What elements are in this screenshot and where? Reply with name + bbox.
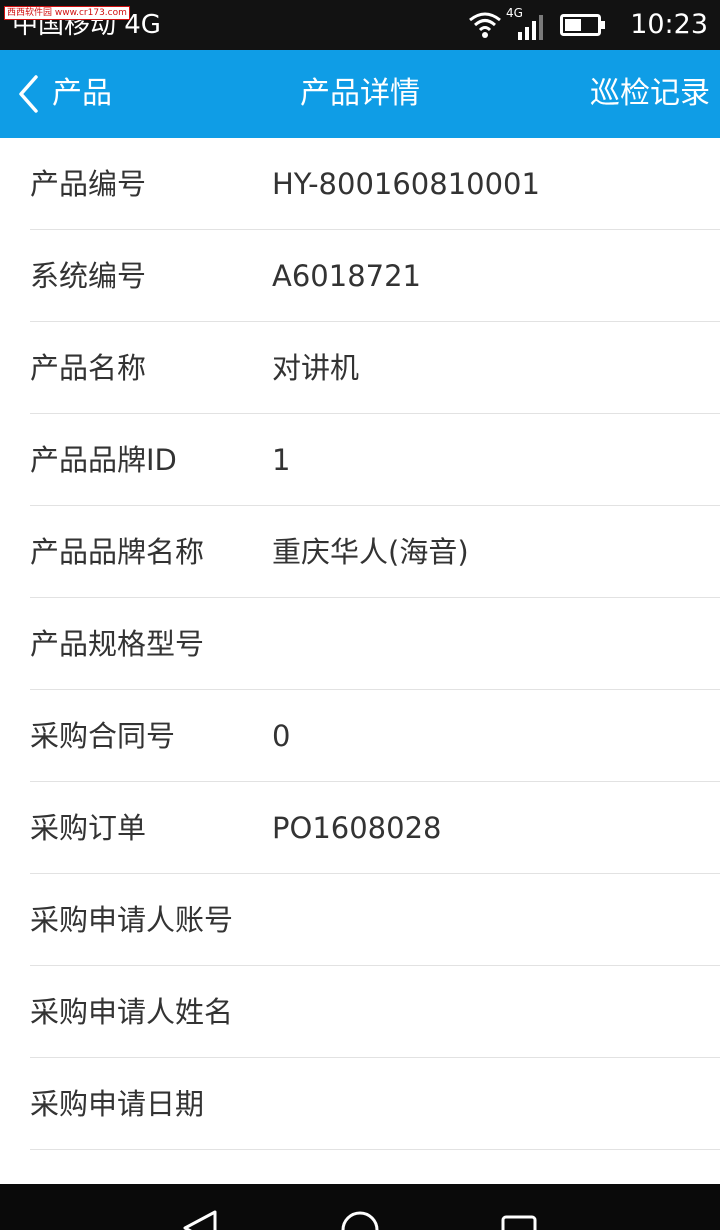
back-button[interactable]: 产品 <box>14 50 164 138</box>
wifi-icon <box>469 12 501 38</box>
app-nav-bar: 产品 产品详情 巡检记录 <box>0 50 720 138</box>
chevron-left-icon <box>19 75 38 113</box>
field-label: 采购申请人账号 <box>30 903 234 937</box>
detail-row-contract-number: 采购合同号 0 <box>0 690 720 782</box>
detail-row-brand-id: 产品品牌ID 1 <box>0 414 720 506</box>
detail-row-purchase-order: 采购订单 PO1608028 <box>0 782 720 874</box>
field-label: 采购订单 <box>30 811 147 845</box>
watermark: 西西软件园 www.cr173.com <box>4 6 130 20</box>
detail-row-system-number: 系统编号 A6018721 <box>0 230 720 322</box>
field-label: 产品品牌ID <box>30 443 177 477</box>
field-label: 系统编号 <box>30 259 147 293</box>
battery-icon <box>560 14 605 36</box>
home-circle-icon[interactable] <box>340 1210 380 1230</box>
recents-square-icon[interactable] <box>500 1214 540 1230</box>
field-label: 采购申请人姓名 <box>30 995 234 1029</box>
field-value: PO1608028 <box>272 811 442 845</box>
field-value: HY-800160810001 <box>272 167 540 201</box>
system-nav-bar <box>0 1184 720 1230</box>
back-label: 产品 <box>52 76 112 111</box>
field-value: A6018721 <box>272 259 421 293</box>
detail-row-spec-model: 产品规格型号 <box>0 598 720 690</box>
row-divider <box>30 1149 720 1150</box>
detail-row-brand-name: 产品品牌名称 重庆华人(海音) <box>0 506 720 598</box>
field-label: 产品编号 <box>30 167 147 201</box>
field-label: 采购申请日期 <box>30 1087 205 1121</box>
status-bar: 中国移动 4G 西西软件园 www.cr173.com 4G 10:23 <box>0 0 720 50</box>
product-detail-list: 产品编号 HY-800160810001 系统编号 A6018721 产品名称 … <box>0 138 720 1150</box>
field-value: 对讲机 <box>272 351 360 385</box>
back-triangle-icon[interactable] <box>180 1210 220 1230</box>
field-label: 采购合同号 <box>30 719 176 753</box>
status-icons: 4G 10:23 <box>468 0 708 50</box>
clock: 10:23 <box>630 9 708 40</box>
detail-row-requester-name: 采购申请人姓名 <box>0 966 720 1058</box>
field-label: 产品品牌名称 <box>30 535 205 569</box>
signal-icon <box>518 15 543 40</box>
inspection-records-button[interactable]: 巡检记录 <box>590 74 710 114</box>
field-label: 产品名称 <box>30 351 147 385</box>
field-label: 产品规格型号 <box>30 627 205 661</box>
field-value: 1 <box>272 443 291 477</box>
field-value: 重庆华人(海音) <box>272 535 469 569</box>
detail-row-requester-account: 采购申请人账号 <box>0 874 720 966</box>
field-value: 0 <box>272 719 291 753</box>
detail-row-product-number: 产品编号 HY-800160810001 <box>0 138 720 230</box>
detail-row-product-name: 产品名称 对讲机 <box>0 322 720 414</box>
detail-row-request-date: 采购申请日期 <box>0 1058 720 1150</box>
